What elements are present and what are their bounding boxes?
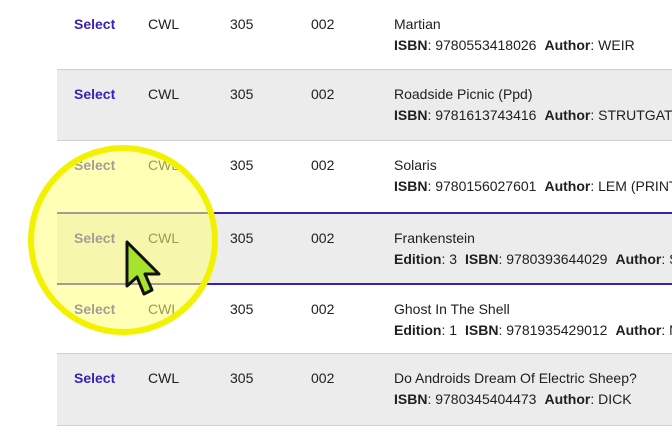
author-label: Author: [615, 251, 662, 267]
isbn-label: ISBN: [394, 37, 428, 53]
book-title: Martian: [394, 16, 441, 32]
book-description: Frankenstein Edition: 3 ISBN: 97803936440…: [394, 229, 672, 268]
book-title: Frankenstein: [394, 230, 475, 246]
author-label: Author: [544, 37, 591, 53]
book-title: Ghost In The Shell: [394, 301, 510, 317]
campus-cell: CWL: [148, 370, 180, 386]
book-description: Martian ISBN: 9780553418026 Author: WEIR: [394, 15, 635, 54]
author-label: Author: [615, 322, 662, 338]
course-materials-table: Select CWL 305 002 Martian ISBN: 9780553…: [57, 0, 672, 426]
select-link[interactable]: Select: [74, 156, 115, 174]
section-cell: 002: [311, 86, 335, 102]
select-link[interactable]: Select: [74, 229, 115, 247]
edition-value: 3: [449, 251, 458, 267]
campus-cell: CWL: [148, 230, 180, 246]
section-cell: 002: [311, 301, 335, 317]
author-value: DICK: [598, 391, 632, 407]
select-link[interactable]: Select: [74, 369, 115, 387]
edition-label: Edition: [394, 322, 442, 338]
author-label: Author: [544, 178, 591, 194]
book-meta: ISBN: 9781613743416Author: STRUTGATS: [394, 106, 672, 124]
isbn-label: ISBN: [394, 391, 428, 407]
isbn-value: 9781613743416: [435, 107, 537, 123]
department-cell: 305: [230, 86, 254, 102]
select-link[interactable]: Select: [74, 15, 115, 33]
department-cell: 305: [230, 370, 254, 386]
table-row: Select CWL 305 002 Roadside Picnic (Ppd)…: [57, 70, 672, 141]
section-cell: 002: [311, 16, 335, 32]
book-description: Solaris ISBN: 9780156027601 Author: LEM (…: [394, 156, 672, 195]
book-title: Roadside Picnic (Ppd): [394, 86, 533, 102]
section-cell: 002: [311, 370, 335, 386]
table-row: Select CWL 305 002 Do Androids Dream Of …: [57, 354, 672, 426]
campus-cell: CWL: [148, 157, 180, 173]
department-cell: 305: [230, 230, 254, 246]
table-row: Select CWL 305 002 Solaris ISBN: 9780156…: [57, 141, 672, 212]
book-title: Solaris: [394, 157, 437, 173]
book-title: Do Androids Dream Of Electric Sheep?: [394, 370, 637, 386]
isbn-value: 9780393644029: [506, 251, 608, 267]
author-label: Author: [544, 107, 591, 123]
book-meta: ISBN: 9780345404473 Author: DICK: [394, 391, 632, 407]
author-value: WEIR: [598, 37, 635, 53]
campus-cell: CWL: [148, 16, 180, 32]
isbn-value: 9780156027601: [435, 178, 537, 194]
author-value: LEM (PRINT: [598, 178, 672, 194]
book-meta: Edition: 3ISBN: 9780393644029Author: S: [394, 250, 672, 268]
book-description: Roadside Picnic (Ppd) ISBN: 978161374341…: [394, 85, 672, 124]
book-meta: ISBN: 9780553418026 Author: WEIR: [394, 37, 635, 53]
department-cell: 305: [230, 157, 254, 173]
isbn-value: 9780345404473: [435, 391, 537, 407]
book-description: Do Androids Dream Of Electric Sheep? ISB…: [394, 369, 637, 408]
select-link[interactable]: Select: [74, 300, 115, 318]
table-row: Select CWL 305 002 Ghost In The Shell Ed…: [57, 285, 672, 354]
edition-label: Edition: [394, 251, 442, 267]
isbn-label: ISBN: [465, 322, 499, 338]
campus-cell: CWL: [148, 301, 180, 317]
isbn-value: 9780553418026: [435, 37, 537, 53]
table-row: Select CWL 305 002 Martian ISBN: 9780553…: [57, 0, 672, 70]
isbn-label: ISBN: [394, 107, 428, 123]
isbn-label: ISBN: [465, 251, 499, 267]
select-link[interactable]: Select: [74, 85, 115, 103]
section-cell: 002: [311, 157, 335, 173]
isbn-label: ISBN: [394, 178, 428, 194]
book-meta: Edition: 1ISBN: 9781935429012Author: M: [394, 321, 672, 339]
campus-cell: CWL: [148, 86, 180, 102]
book-meta: ISBN: 9780156027601 Author: LEM (PRINT: [394, 177, 672, 195]
edition-value: 1: [449, 322, 458, 338]
department-cell: 305: [230, 301, 254, 317]
author-value: STRUTGATS: [598, 107, 672, 123]
table-row-selected: Select CWL 305 002 Frankenstein Edition:…: [57, 212, 672, 285]
section-cell: 002: [311, 230, 335, 246]
isbn-value: 9781935429012: [506, 322, 608, 338]
author-label: Author: [544, 391, 591, 407]
department-cell: 305: [230, 16, 254, 32]
book-description: Ghost In The Shell Edition: 1 ISBN: 97819…: [394, 300, 672, 339]
